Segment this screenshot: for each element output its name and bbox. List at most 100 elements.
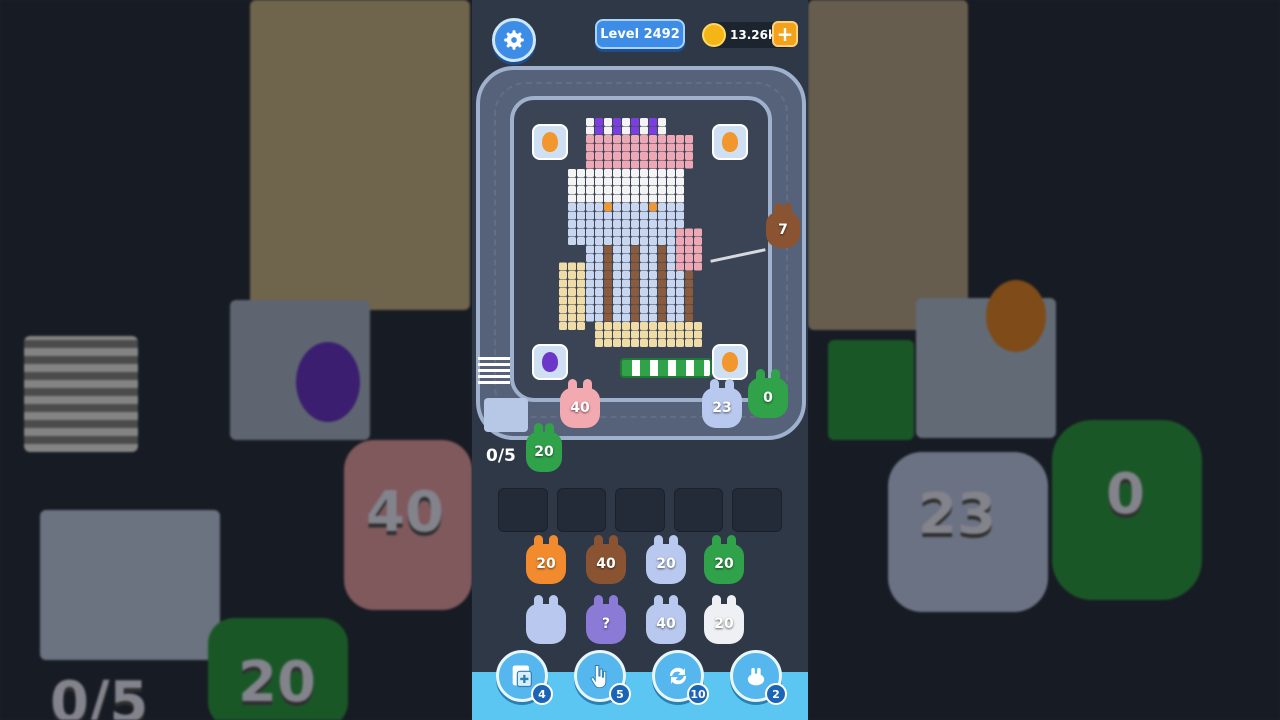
conveyor-bunny-lavender[interactable]: 23 — [702, 379, 742, 428]
ice-block-top-right[interactable] — [712, 124, 748, 160]
pixel-cell — [658, 220, 666, 228]
coin-value: 13.26k — [730, 28, 776, 42]
pixel-cell — [622, 203, 630, 211]
pixel-cell — [586, 220, 594, 228]
pixel-cell — [667, 271, 675, 279]
game-screen: Level 2492 13.26k + 40 23 0 7 20 0/5 20 4… — [472, 0, 808, 720]
pixel-cell — [559, 262, 567, 271]
holding-slot[interactable] — [673, 488, 724, 532]
pixel-cell — [604, 194, 612, 203]
holding-slot[interactable] — [498, 488, 548, 532]
pixel-cell — [604, 211, 612, 220]
pixel-cell — [595, 118, 603, 126]
conveyor-bunny-pink[interactable]: 40 — [560, 379, 600, 428]
pixel-cell — [649, 143, 657, 152]
pixel-cell — [640, 339, 648, 347]
coin-icon — [702, 23, 726, 47]
pixel-cell — [595, 126, 603, 135]
conveyor-bunny-brown[interactable]: 7 — [766, 203, 800, 248]
holding-slots — [498, 488, 782, 532]
add-slot-button[interactable]: 4 — [496, 650, 553, 705]
pixel-cell — [568, 203, 576, 211]
queue-bunny-green[interactable]: 20 — [526, 423, 562, 472]
pixel-cell — [595, 169, 603, 177]
pixel-cell — [604, 220, 612, 228]
pixel-cell — [658, 118, 666, 126]
pixel-cell — [613, 169, 621, 177]
pixel-cell — [604, 279, 612, 288]
pixel-cell — [586, 245, 594, 254]
pixel-cell — [622, 262, 630, 271]
pixel-cell — [586, 279, 594, 288]
hand-pick-button[interactable]: 5 — [574, 650, 631, 705]
pixel-cell — [649, 160, 657, 169]
pixel-cell — [640, 160, 648, 169]
pixel-cell — [613, 305, 621, 313]
pixel-cell — [604, 271, 612, 279]
stack-indicator — [478, 354, 510, 384]
pixel-cell — [640, 194, 648, 203]
pixel-cell — [613, 186, 621, 194]
pixel-cell — [595, 237, 603, 245]
pixel-cell — [685, 296, 693, 305]
pixel-cell — [685, 152, 693, 160]
pixel-cell — [604, 228, 612, 237]
pixel-cell — [622, 126, 630, 135]
add-coins-button[interactable]: + — [772, 21, 798, 47]
ice-block-bottom-left[interactable] — [532, 344, 568, 380]
pixel-cell — [640, 152, 648, 160]
pixel-cell — [595, 322, 603, 330]
bg-pad-left — [40, 510, 220, 660]
pixel-cell — [676, 194, 684, 203]
pixel-cell — [640, 169, 648, 177]
grid-bunny[interactable]: 40 — [646, 595, 686, 644]
ice-block-bottom-right[interactable] — [712, 344, 748, 380]
pixel-cell — [604, 322, 612, 330]
ice-block-top-left[interactable] — [532, 124, 568, 160]
pixel-cell — [649, 296, 657, 305]
pixel-cell — [649, 118, 657, 126]
holding-slot[interactable] — [556, 488, 607, 532]
pixel-cell — [604, 143, 612, 152]
pixel-cell — [604, 330, 612, 339]
conveyor-bunny-green[interactable]: 0 — [748, 369, 788, 418]
grid-bunny[interactable] — [526, 595, 566, 644]
settings-button[interactable] — [492, 18, 536, 62]
pixel-cell — [631, 135, 639, 143]
pixel-cell — [613, 211, 621, 220]
pixel-cell — [658, 186, 666, 194]
pixel-cell — [640, 296, 648, 305]
grid-bunny[interactable]: 20 — [526, 535, 566, 584]
pixel-cell — [595, 339, 603, 347]
grid-bunny[interactable]: 20 — [704, 535, 744, 584]
pixel-cell — [658, 288, 666, 296]
holding-slot[interactable] — [615, 488, 665, 532]
pixel-cell — [622, 254, 630, 262]
pixel-cell — [613, 279, 621, 288]
pixel-cell — [685, 262, 693, 271]
grid-bunny[interactable]: 40 — [586, 535, 626, 584]
grid-bunny[interactable]: 20 — [646, 535, 686, 584]
holding-slot[interactable] — [732, 488, 782, 532]
bunny-grid: 20 40 20 20? 40 20 — [524, 530, 764, 690]
pixel-cell — [667, 203, 675, 211]
pixel-cell — [604, 160, 612, 169]
pixel-cell — [622, 169, 630, 177]
pixel-cell — [622, 313, 630, 322]
pixel-cell — [631, 203, 639, 211]
bunny-count: 40 — [596, 556, 616, 572]
pixel-cell — [577, 169, 585, 177]
pixel-cell — [685, 288, 693, 296]
coin-counter: 13.26k + — [702, 21, 798, 48]
pixel-cell — [595, 254, 603, 262]
tool-count-badge: 10 — [687, 683, 709, 705]
grid-bunny[interactable]: ? — [586, 595, 626, 644]
shuffle-button[interactable]: 10 — [652, 650, 709, 705]
pixel-cell — [613, 313, 621, 322]
hand-pointer-icon — [590, 665, 607, 689]
grid-bunny[interactable]: 20 — [704, 595, 744, 644]
bunny-magnet-button[interactable]: 2 — [730, 650, 787, 705]
tool-count-badge: 5 — [609, 683, 631, 705]
orange-egg-icon — [542, 132, 558, 152]
pixel-cell — [685, 135, 693, 143]
